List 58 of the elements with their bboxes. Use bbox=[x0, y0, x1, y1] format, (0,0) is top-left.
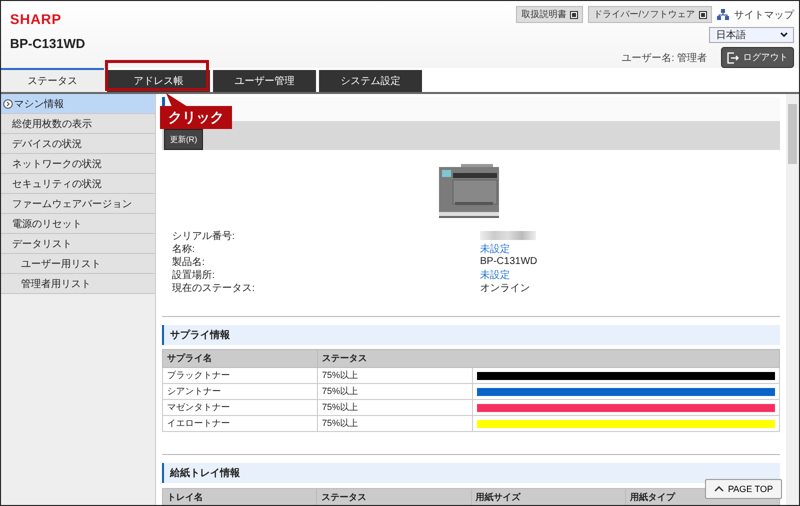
info-value: BP-C131WD bbox=[480, 256, 538, 267]
caret-up-icon bbox=[714, 486, 724, 492]
nav-tab[interactable]: ステータス bbox=[1, 68, 104, 92]
nav-tab[interactable]: システム設定 bbox=[319, 70, 422, 92]
sidebar-item[interactable]: ネットワークの状況 bbox=[1, 154, 155, 174]
printer-drawing bbox=[439, 164, 499, 218]
column-header: ステータス bbox=[318, 350, 780, 368]
sidebar-item[interactable]: 電源のリセット bbox=[1, 214, 155, 234]
section-heading: 給紙トレイ情報 bbox=[162, 463, 780, 483]
blurred-value bbox=[480, 231, 536, 240]
external-link[interactable]: 取扱説明書 bbox=[516, 6, 584, 23]
sidebar-item[interactable]: データリスト bbox=[1, 234, 155, 254]
sidebar-item[interactable]: セキュリティの状況 bbox=[1, 174, 155, 194]
sidebar-item[interactable]: デバイスの状況 bbox=[1, 134, 155, 154]
external-icon bbox=[570, 10, 578, 18]
refresh-button[interactable]: 更新(R) bbox=[164, 129, 204, 150]
column-header: ステータス bbox=[316, 488, 471, 505]
info-label: 現在のステータス: bbox=[172, 282, 256, 294]
page-top-button[interactable]: PAGE TOP bbox=[704, 479, 782, 499]
model-name: BP-C131WD bbox=[10, 36, 86, 51]
sitemap-icon bbox=[717, 9, 729, 20]
column-header: サプライ名 bbox=[162, 350, 318, 368]
info-label: 製品名: bbox=[172, 256, 206, 268]
info-label: シリアル番号: bbox=[172, 230, 236, 242]
chevron-down-icon bbox=[780, 32, 788, 38]
table-cell: マゼンタトナー bbox=[162, 400, 318, 416]
column-header: トレイ名 bbox=[162, 488, 317, 505]
table-cell: 75%以上 bbox=[318, 400, 472, 416]
table-cell: 75%以上 bbox=[318, 416, 472, 432]
table-cell: シアントナー bbox=[162, 384, 318, 400]
table-cell: イエロートナー bbox=[162, 416, 318, 432]
chevron-right-icon bbox=[3, 98, 13, 108]
sidebar-item[interactable]: ファームウェアバージョン bbox=[1, 194, 155, 214]
external-icon bbox=[699, 10, 707, 18]
info-link[interactable]: 未設定 bbox=[480, 242, 510, 256]
logout-button[interactable]: ログアウト bbox=[721, 47, 794, 68]
table-cell: ブラックトナー bbox=[162, 368, 318, 384]
sidebar-item[interactable]: 総使用枚数の表示 bbox=[1, 114, 155, 134]
info-value: オンライン bbox=[480, 282, 530, 294]
logo: SHARP bbox=[10, 11, 63, 27]
table-cell: 75%以上 bbox=[318, 384, 472, 400]
sidebar-item[interactable]: ユーザー用リスト bbox=[1, 254, 155, 274]
column-header: 用紙サイズ bbox=[471, 488, 626, 505]
table-cell: 75%以上 bbox=[318, 368, 472, 384]
section-heading: サプライ情報 bbox=[162, 325, 780, 345]
logout-icon bbox=[727, 52, 739, 64]
info-label: 名称: bbox=[172, 242, 196, 256]
sidebar-item[interactable]: マシン情報 bbox=[1, 94, 155, 114]
info-link[interactable]: 未設定 bbox=[480, 268, 510, 282]
nav-tab[interactable]: ユーザー管理 bbox=[213, 70, 316, 92]
scrollbar[interactable] bbox=[786, 94, 799, 505]
external-link[interactable]: ドライバー/ソフトウェア bbox=[588, 6, 712, 23]
user-name: ユーザー名: 管理者 bbox=[621, 52, 707, 64]
sidebar-item[interactable]: 管理者用リスト bbox=[1, 274, 155, 294]
language-select[interactable]: 日本語 bbox=[709, 27, 794, 43]
info-label: 設置場所: bbox=[172, 268, 216, 282]
callout-pointer bbox=[166, 93, 188, 107]
sitemap-link[interactable]: サイトマップ bbox=[734, 8, 794, 22]
